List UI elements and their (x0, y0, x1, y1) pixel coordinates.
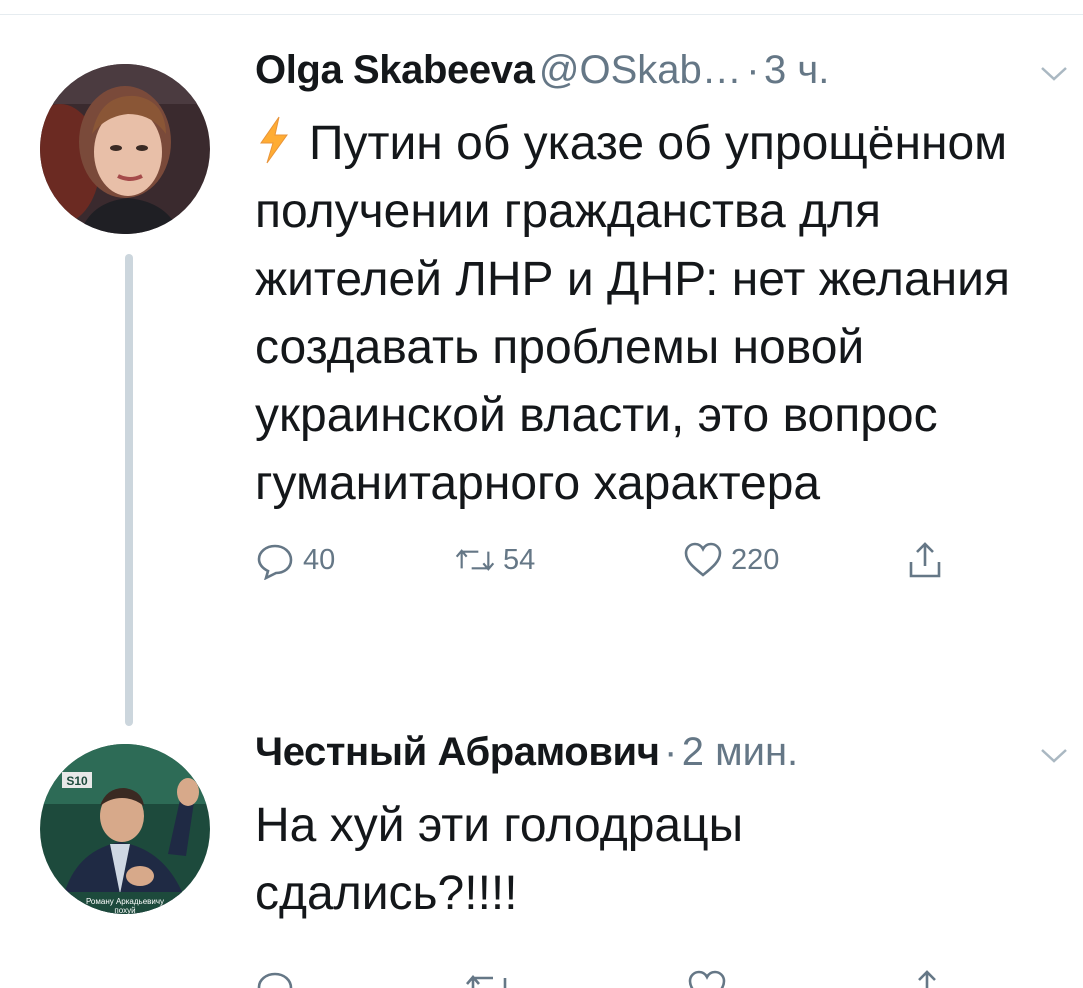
like-icon[interactable] (687, 968, 727, 988)
separator-dot: · (746, 48, 760, 92)
tweet-text: На хуй эти голодрацы сдались?!!!! (255, 799, 744, 920)
tweet-time[interactable]: 2 мин. (682, 730, 798, 774)
retweet-button[interactable]: 54 (455, 536, 535, 584)
thread-connector-line (125, 254, 133, 726)
tweet-text-content: Путин об указе об упрощённом получении г… (255, 117, 1010, 510)
retweet-icon (455, 549, 495, 571)
avatar-caption-bottom-2: похуй (114, 906, 135, 914)
share-icon (909, 542, 941, 578)
top-divider (0, 14, 1083, 15)
like-count: 220 (731, 543, 780, 576)
tweet-olga-skabeeva[interactable]: Olga Skabeeva @OSkab… · 3 ч. Путин об ук… (255, 48, 1075, 596)
avatar-caption-bottom-1: Роману Аркадьевичу (86, 897, 164, 906)
share-icon[interactable] (907, 968, 947, 988)
tweet-header: Olga Skabeeva @OSkab… · 3 ч. (255, 48, 1075, 106)
reply-icon[interactable] (255, 968, 295, 988)
reply-count: 40 (303, 543, 336, 576)
lightning-icon (260, 116, 288, 164)
author-name[interactable]: Olga Skabeeva (255, 48, 535, 92)
retweet-icon[interactable] (465, 968, 513, 988)
tweet-abramovich[interactable]: Честный Абрамович · 2 мин. На хуй эти го… (255, 730, 1075, 928)
tweet-actions-partial (255, 968, 1015, 988)
like-icon (684, 542, 722, 577)
author-handle[interactable]: @OSkab… (539, 48, 742, 92)
retweet-count: 54 (503, 543, 536, 576)
avatar-olga-skabeeva[interactable] (40, 64, 210, 234)
tweet-text: Путин об указе об упрощённом получении г… (255, 110, 1075, 518)
author-name[interactable]: Честный Абрамович (255, 730, 660, 774)
reply-icon (257, 544, 293, 580)
avatar-caption-top: S10 (66, 774, 88, 788)
chevron-down-icon[interactable] (1039, 64, 1069, 84)
tweet-actions: 40 54 220 (255, 536, 1075, 596)
tweet-time[interactable]: 3 ч. (764, 48, 829, 92)
like-button[interactable]: 220 (683, 536, 779, 584)
avatar-abramovich[interactable]: S10 Роману Аркадьевичу похуй (40, 744, 210, 914)
chevron-down-icon[interactable] (1039, 746, 1069, 766)
share-button[interactable] (905, 536, 953, 584)
reply-button[interactable]: 40 (255, 536, 335, 584)
separator-dot: · (663, 730, 678, 774)
tweet-header: Честный Абрамович · 2 мин. (255, 730, 1075, 788)
